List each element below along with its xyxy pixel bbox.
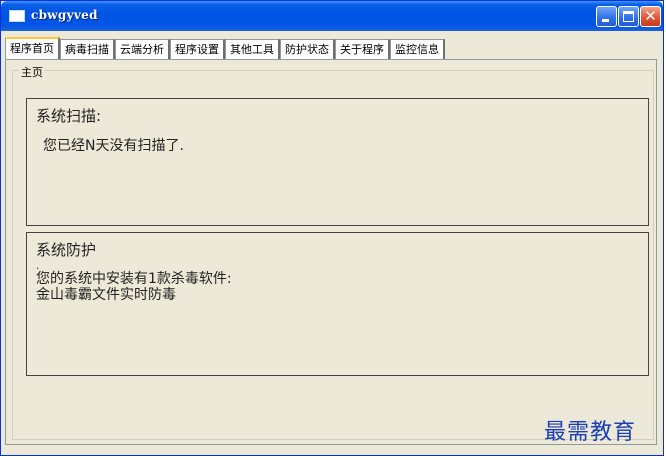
protection-status-box: 系统防护 . 您的系统中安装有1款杀毒软件: 金山毒霸文件实时防毒 [26,232,649,376]
protection-heading: 系统防护 [36,241,97,259]
close-icon: ✕ [644,7,657,25]
tab-home[interactable]: 程序首页 [5,37,60,60]
title-bar[interactable]: cbwgyved ✕ [1,1,663,31]
app-window: cbwgyved ✕ 程序首页 病毒扫描 云端分析 程序设置 其他工具 防护状态… [0,0,664,456]
protection-antivirus-count: 您的系统中安装有1款杀毒软件: [36,271,232,287]
tab-about[interactable]: 关于程序 [335,39,390,60]
window-icon [9,10,25,22]
tab-panel-home: 主页 系统扫描: 您已经N天没有扫描了. 系统防护 . 您的系统中安装有1款杀毒… [5,59,657,445]
maximize-button[interactable] [618,6,639,27]
minimize-button[interactable] [596,6,617,27]
tab-virus-scan[interactable]: 病毒扫描 [60,39,115,60]
tab-strip: 程序首页 病毒扫描 云端分析 程序设置 其他工具 防护状态 关于程序 监控信息 [5,37,445,60]
home-group: 主页 系统扫描: 您已经N天没有扫描了. 系统防护 . 您的系统中安装有1款杀毒… [12,64,654,440]
window-title: cbwgyved [31,8,98,22]
tab-cloud-analysis[interactable]: 云端分析 [115,39,170,60]
scan-heading: 系统扫描: [36,107,102,125]
minimize-icon [602,19,609,22]
close-button[interactable]: ✕ [640,6,661,27]
tab-monitor-info[interactable]: 监控信息 [390,39,445,60]
tab-protection-status[interactable]: 防护状态 [280,39,335,60]
scan-message: 您已经N天没有扫描了. [43,138,184,154]
watermark-text: 最需教育 [544,420,637,445]
maximize-icon [623,11,634,22]
tab-settings[interactable]: 程序设置 [170,39,225,60]
tab-other-tools[interactable]: 其他工具 [225,39,280,60]
home-group-label: 主页 [19,64,45,80]
protection-antivirus-name: 金山毒霸文件实时防毒 [36,287,176,303]
scan-status-box: 系统扫描: 您已经N天没有扫描了. [26,98,649,226]
